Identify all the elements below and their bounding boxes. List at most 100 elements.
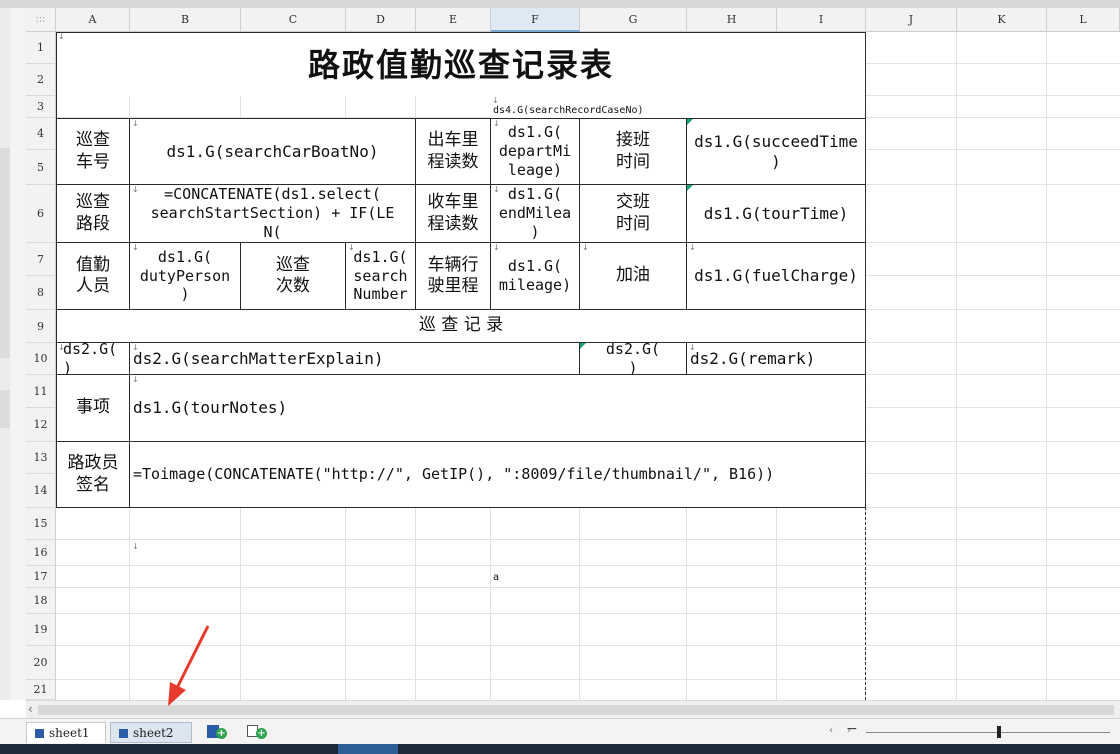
cell-A4[interactable]: 巡查 车号 [56,118,130,185]
row-header-18[interactable]: 18 [26,588,56,614]
expand-marker: ↓ [493,243,500,252]
cell-A6[interactable]: 巡查 路段 [56,184,130,243]
cell-A10[interactable]: ds2.G( ) [56,342,130,375]
column-header-K[interactable]: K [957,8,1047,32]
row-header-21[interactable]: 21 [26,680,56,700]
cell-G7[interactable]: 加油 [579,242,687,310]
row-header-10[interactable]: 10 [26,343,56,375]
row-header-1[interactable]: 1 [26,32,56,64]
zoom-slider[interactable]: − [846,721,1110,740]
row-header-20[interactable]: 20 [26,646,56,680]
expand-marker: ↓ [493,185,500,194]
cell-H7[interactable]: ds1.G(fuelCharge) [686,242,866,310]
column-header-E[interactable]: E [416,8,491,32]
sheet-icon [35,729,44,738]
expand-marker: ↓ [132,343,139,352]
cell-F17[interactable]: a [490,568,580,588]
column-header-J[interactable]: J [866,8,957,32]
column-header-F[interactable]: F [491,8,580,32]
cell-G6[interactable]: 交班 时间 [579,184,687,243]
cell-E6[interactable]: 收车里 程读数 [415,184,491,243]
row-header-14[interactable]: 14 [26,474,56,508]
tab-label: sheet2 [133,726,174,740]
tab-sheet1[interactable]: sheet1 [26,722,106,743]
zoom-knob[interactable] [997,726,1001,738]
cell-A13[interactable]: 路政员 签名 [56,441,130,508]
report-title[interactable]: 路政值勤巡查记录表 [56,32,866,96]
row-header-2[interactable]: 2 [26,64,56,96]
column-header-L[interactable]: L [1047,8,1120,32]
expand-marker: ↓ [493,119,500,128]
cell-B13[interactable]: =Toimage(CONCATENATE("http://", GetIP(),… [129,441,866,508]
cell-A7[interactable]: 值勤 人员 [56,242,130,310]
column-header-I[interactable]: I [777,8,866,32]
expand-marker: ↓ [132,375,139,384]
row-header-4[interactable]: 4 [26,118,56,150]
grid-hline [56,539,1120,540]
row-header-13[interactable]: 13 [26,442,56,474]
grid-hline [56,565,1120,566]
cell-H10[interactable]: ds2.G(remark) [686,342,866,375]
expand-marker: ↓ [58,343,65,352]
column-header-A[interactable]: A [56,8,130,32]
zoom-track[interactable] [866,732,1110,733]
cell-E4[interactable]: 出车里 程读数 [415,118,491,185]
cell-H4[interactable]: ds1.G(succeedTime ) [686,118,866,185]
sheet-icon [119,729,128,738]
cell-F6[interactable]: ds1.G( endMilea ) [490,184,580,243]
add-sheet-icon[interactable]: + [207,725,229,739]
cell-A9-section-header[interactable]: 巡 查 记 录 [56,309,866,343]
cell-D7[interactable]: ds1.G( search Number [345,242,416,310]
row-header-12[interactable]: 12 [26,408,56,442]
select-all-corner[interactable]: ::: [26,8,56,32]
expand-marker: ↓ [582,243,589,252]
red-annotation-arrow-icon [168,625,210,706]
row-header-17[interactable]: 17 [26,566,56,588]
row-header-8[interactable]: 8 [26,276,56,310]
cell-E7[interactable]: 车辆行 驶里程 [415,242,491,310]
tab-label: sheet1 [49,726,90,740]
row-header-6[interactable]: 6 [26,185,56,243]
left-bar-segment [0,148,10,358]
expand-marker: ↓ [492,96,499,105]
expand-marker: ↓ [348,243,355,252]
cell-G10[interactable]: ds2.G( ) [579,342,687,375]
cell-B6[interactable]: =CONCATENATE(ds1.select( searchStartSect… [129,184,416,243]
expand-marker: ↓ [689,243,696,252]
row-header-11[interactable]: 11 [26,375,56,408]
scroll-left-icon[interactable]: ‹ [28,702,33,716]
cell-B11[interactable]: ds1.G(tourNotes) [129,374,866,442]
taskbar-active-app[interactable] [338,744,398,754]
cell-F4[interactable]: ds1.G( departMi leage) [490,118,580,185]
column-header-H[interactable]: H [687,8,777,32]
expand-marker: ↓ [689,343,696,352]
cell-F7[interactable]: ds1.G( mileage) [490,242,580,310]
cell-H6[interactable]: ds1.G(tourTime) [686,184,866,243]
sheet-tab-bar: sheet1 sheet2 + + ‹› − [0,718,1120,745]
column-header-D[interactable]: D [346,8,416,32]
row-header-7[interactable]: 7 [26,243,56,276]
row-header-19[interactable]: 19 [26,614,56,646]
row3-frame [56,96,866,118]
cell-C7[interactable]: 巡查 次数 [240,242,346,310]
column-header-B[interactable]: B [130,8,241,32]
expand-marker: ↓ [132,243,139,252]
row-header-5[interactable]: 5 [26,150,56,185]
spreadsheet-grid[interactable]: ::: ABCDEFGHIJKL 1 2 3 4 5 6 7 8 9 10 11 12 13 14 15 16… [0,0,1120,700]
cell-B10[interactable]: ds2.G(searchMatterExplain) [129,342,580,375]
row-header-16[interactable]: 16 [26,540,56,566]
column-header-C[interactable]: C [241,8,346,32]
column-header-G[interactable]: G [580,8,687,32]
row-header-15[interactable]: 15 [26,508,56,540]
cell-G4[interactable]: 接班 时间 [579,118,687,185]
zoom-out-icon[interactable]: − [846,721,858,737]
row-header-9[interactable]: 9 [26,310,56,343]
cell-B4[interactable]: ds1.G(searchCarBoatNo) [129,118,416,185]
add-poly-sheet-icon[interactable]: + [247,725,269,739]
cell-B7[interactable]: ds1.G( dutyPerson ) [129,242,241,310]
cell-A11[interactable]: 事项 [56,374,130,442]
left-collapse-bar[interactable] [0,8,10,700]
tab-sheet2[interactable]: sheet2 [110,722,192,743]
os-taskbar [0,744,1120,754]
row-header-3[interactable]: 3 [26,96,56,118]
